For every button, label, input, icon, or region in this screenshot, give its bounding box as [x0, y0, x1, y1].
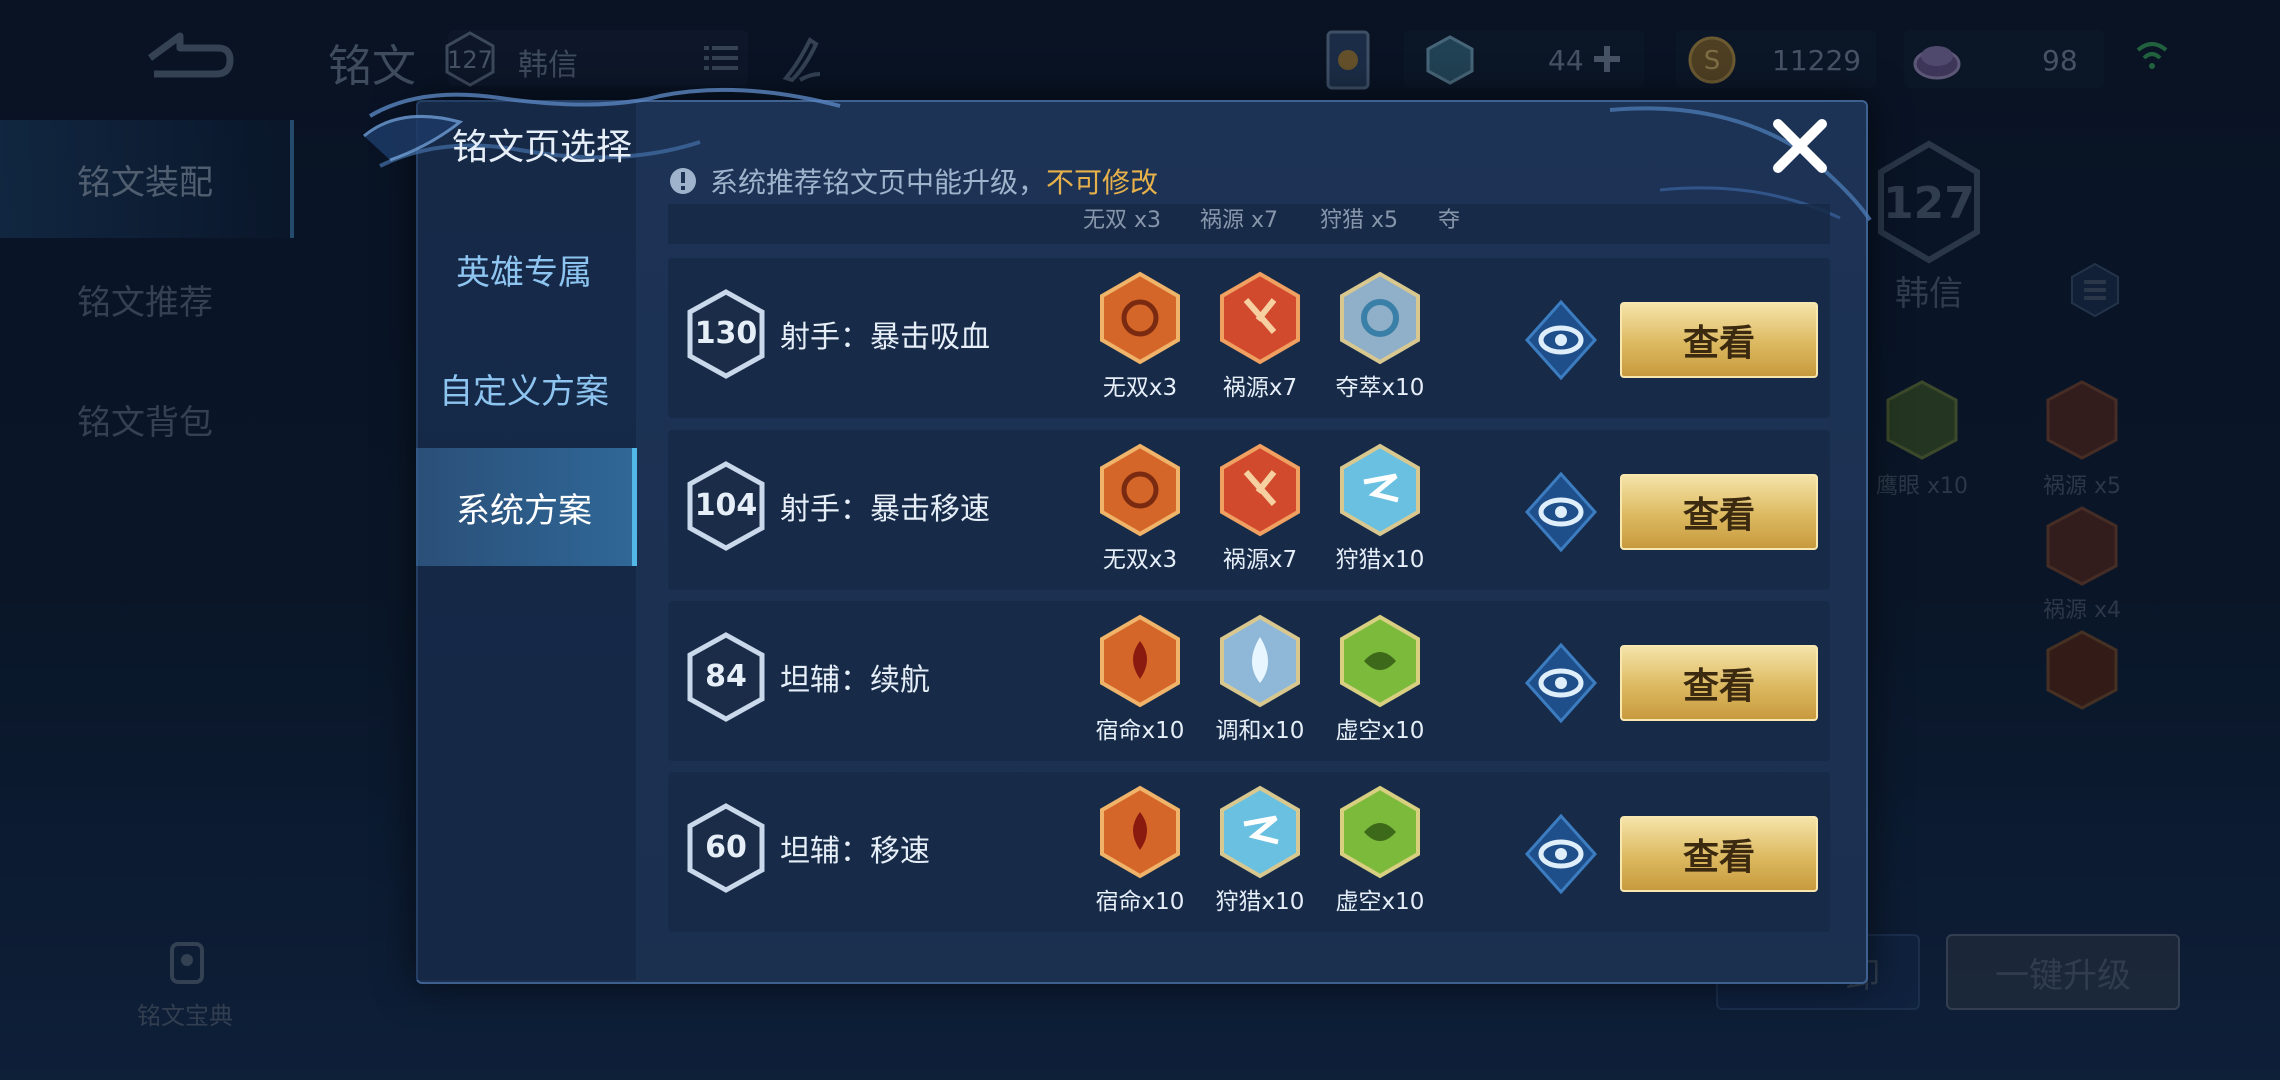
modal-title: 铭文页选择: [452, 127, 633, 168]
info-icon: [670, 168, 696, 194]
rune-item: 祸源x7: [1198, 442, 1318, 582]
rune-void-icon: [1340, 614, 1420, 708]
row-level: 130: [694, 316, 758, 351]
row-level: 84: [705, 659, 747, 694]
row-level: 60: [705, 830, 747, 865]
rune-item: 虚空x10: [1318, 784, 1438, 924]
row-name: 射手：暴击移速: [780, 492, 990, 527]
rune-item: 鹰l: [1438, 442, 1440, 582]
rune-hunt-icon: [1220, 785, 1300, 879]
row-level: 104: [694, 488, 758, 523]
preview-eye-icon[interactable]: [1523, 470, 1599, 554]
close-icon[interactable]: [1768, 114, 1832, 178]
rune-list: 无双x3 祸源x7 夺萃x10 鹰l: [1078, 270, 1440, 410]
view-button[interactable]: 查看: [1620, 474, 1818, 550]
view-button[interactable]: 查看: [1620, 816, 1818, 892]
rune-page-row[interactable]: 60 坦辅：移速 宿命x10 狩猎x10 虚空x10 查看: [668, 772, 1830, 932]
rune-matchless-icon: [1100, 271, 1180, 365]
notice-warning: 不可修改: [1046, 166, 1159, 199]
rune-item: 狩猎x10: [1318, 442, 1438, 582]
rune-item: 虚空x10: [1318, 613, 1438, 753]
rune-fate-icon: [1100, 785, 1180, 879]
clipped-row: 无双 x3 祸源 x7 狩猎 x5 夺: [668, 204, 1830, 244]
rune-hunt-icon: [1340, 443, 1420, 537]
rune-item: 狩猎x10: [1198, 784, 1318, 924]
tab-custom[interactable]: 自定义方案: [416, 329, 632, 447]
rune-harmony-icon: [1220, 614, 1300, 708]
rune-disaster-icon: [1220, 271, 1300, 365]
view-button[interactable]: 查看: [1620, 302, 1818, 378]
rune-item: 鹰l: [1438, 270, 1440, 410]
rune-disaster-icon: [1220, 443, 1300, 537]
rune-item: 祸源x7: [1198, 270, 1318, 410]
rune-item: 宿命x10: [1078, 613, 1198, 753]
rune-list: 无双x3 祸源x7 狩猎x10 鹰l: [1078, 442, 1440, 582]
rune-item: 无双x3: [1078, 442, 1198, 582]
notice-text: 系统推荐铭文页中能升级，不可修改: [710, 166, 1159, 199]
rune-page-row[interactable]: 84 坦辅：续航 宿命x10 调和x10 虚空x10 查看: [668, 601, 1830, 761]
rune-item: 宿命x10: [1078, 784, 1198, 924]
tab-system[interactable]: 系统方案: [416, 448, 637, 566]
rune-fate-icon: [1100, 614, 1180, 708]
rune-list: 宿命x10 狩猎x10 虚空x10: [1078, 784, 1440, 924]
rune-page-row[interactable]: 104 射手：暴击移速 无双x3 祸源x7 狩猎x10 鹰l 查看: [668, 430, 1830, 590]
rune-page-row[interactable]: 130 射手：暴击吸血 无双x3 祸源x7 夺萃x10 鹰l 查看: [668, 258, 1830, 418]
row-name: 坦辅：续航: [780, 663, 930, 698]
row-name: 坦辅：移速: [780, 834, 930, 869]
view-button[interactable]: 查看: [1620, 645, 1818, 721]
rune-void-icon: [1340, 785, 1420, 879]
rune-item: 无双x3: [1078, 270, 1198, 410]
rune-item: 调和x10: [1198, 613, 1318, 753]
rune-item: 夺萃x10: [1318, 270, 1438, 410]
row-name: 射手：暴击吸血: [780, 320, 990, 355]
rune-list: 宿命x10 调和x10 虚空x10: [1078, 613, 1440, 753]
rune-seize-icon: [1340, 271, 1420, 365]
rune-matchless-icon: [1100, 443, 1180, 537]
preview-eye-icon[interactable]: [1523, 641, 1599, 725]
tab-hero-exclusive[interactable]: 英雄专属: [416, 210, 632, 328]
preview-eye-icon[interactable]: [1523, 298, 1599, 382]
preview-eye-icon[interactable]: [1523, 812, 1599, 896]
